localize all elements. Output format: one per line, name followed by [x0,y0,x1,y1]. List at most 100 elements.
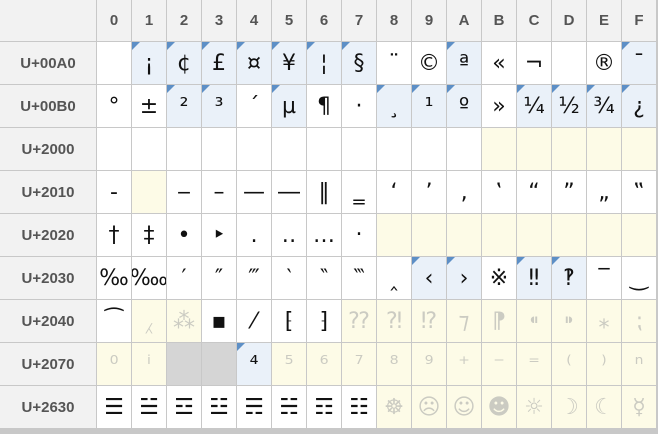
glyph-cell[interactable]: ‽ [552,257,587,300]
glyph-cell[interactable]: ¶ [307,85,342,128]
glyph-cell[interactable]: ⁷ [342,343,377,386]
glyph-cell[interactable] [517,214,552,257]
glyph-cell[interactable]: ‷ [342,257,377,300]
glyph-cell[interactable]: ⁆ [307,300,342,343]
glyph-cell[interactable] [377,128,412,171]
glyph-cell[interactable]: ‹ [412,257,447,300]
glyph-cell[interactable]: ☼ [517,386,552,429]
glyph-cell[interactable]: ¢ [167,42,202,85]
glyph-cell[interactable]: ⁽ [552,343,587,386]
glyph-cell[interactable]: ‐ [97,171,132,214]
glyph-cell[interactable]: ⁂ [167,300,202,343]
glyph-cell[interactable]: ⁏ [622,300,657,343]
glyph-cell[interactable]: ‱ [132,257,167,300]
glyph-cell[interactable]: © [412,42,447,85]
glyph-cell[interactable]: ⁅ [272,300,307,343]
glyph-cell[interactable]: ⁰ [97,343,132,386]
glyph-cell[interactable] [202,128,237,171]
glyph-cell[interactable] [517,128,552,171]
glyph-cell[interactable]: ⁍ [552,300,587,343]
glyph-cell[interactable]: • [167,214,202,257]
glyph-cell[interactable]: ª [447,42,482,85]
glyph-cell[interactable]: ° [97,85,132,128]
glyph-cell[interactable]: ☽ [552,386,587,429]
glyph-cell[interactable]: ¦ [307,42,342,85]
glyph-cell[interactable]: ― [272,171,307,214]
glyph-cell[interactable]: ¬ [517,42,552,85]
glyph-cell[interactable]: ¡ [132,42,167,85]
glyph-cell[interactable]: ☹ [412,386,447,429]
glyph-cell[interactable]: ※ [482,257,517,300]
glyph-cell[interactable] [587,214,622,257]
glyph-cell[interactable]: ³ [202,85,237,128]
glyph-cell[interactable]: ‡ [132,214,167,257]
glyph-cell[interactable]: ‼ [517,257,552,300]
glyph-cell[interactable]: ‚ [447,171,482,214]
glyph-cell[interactable]: ‖ [307,171,342,214]
glyph-cell[interactable]: ‧ [342,214,377,257]
glyph-cell[interactable] [552,128,587,171]
glyph-cell[interactable]: ‥ [272,214,307,257]
glyph-cell[interactable]: ☳ [202,386,237,429]
glyph-cell[interactable] [97,128,132,171]
glyph-cell[interactable]: ⁺ [447,343,482,386]
glyph-cell[interactable]: ⁹ [412,343,447,386]
glyph-cell[interactable]: ´ [237,85,272,128]
glyph-cell[interactable]: ® [587,42,622,85]
glyph-cell[interactable]: ☷ [342,386,377,429]
glyph-cell[interactable] [132,128,167,171]
glyph-cell[interactable]: ‵ [272,257,307,300]
glyph-cell[interactable]: “ [517,171,552,214]
glyph-cell[interactable]: ‣ [202,214,237,257]
glyph-cell[interactable]: ⁊ [447,300,482,343]
glyph-cell[interactable] [202,343,237,386]
glyph-cell[interactable]: ‸ [377,257,412,300]
glyph-cell[interactable]: ’ [412,171,447,214]
glyph-cell[interactable]: ⁀ [97,300,132,343]
glyph-cell[interactable]: » [482,85,517,128]
glyph-cell[interactable]: ‰ [97,257,132,300]
glyph-cell[interactable]: ⁱ [132,343,167,386]
glyph-cell[interactable]: — [237,171,272,214]
glyph-cell[interactable]: ☶ [307,386,342,429]
glyph-cell[interactable]: ‿ [622,257,657,300]
glyph-cell[interactable] [167,343,202,386]
glyph-cell[interactable]: ² [167,85,202,128]
glyph-cell[interactable] [272,128,307,171]
glyph-cell[interactable]: ‗ [342,171,377,214]
glyph-cell[interactable]: ☸ [377,386,412,429]
glyph-cell[interactable]: ¹ [412,85,447,128]
glyph-cell[interactable]: ‴ [237,257,272,300]
glyph-cell[interactable] [307,128,342,171]
glyph-cell[interactable]: ☿ [622,386,657,429]
glyph-cell[interactable]: ¤ [237,42,272,85]
glyph-cell[interactable]: ⁄ [237,300,272,343]
glyph-cell[interactable]: ± [132,85,167,128]
glyph-cell[interactable]: « [482,42,517,85]
glyph-cell[interactable]: ☰ [97,386,132,429]
glyph-cell[interactable] [482,214,517,257]
glyph-cell[interactable]: ¼ [517,85,552,128]
glyph-cell[interactable]: ‶ [307,257,342,300]
glyph-cell[interactable]: ¸ [377,85,412,128]
glyph-cell[interactable]: ⁁ [132,300,167,343]
glyph-cell[interactable]: ⁌ [517,300,552,343]
glyph-cell[interactable]: £ [202,42,237,85]
glyph-cell[interactable]: ″ [202,257,237,300]
glyph-cell[interactable]: ‘ [377,171,412,214]
glyph-cell[interactable]: ․ [237,214,272,257]
glyph-cell[interactable]: … [307,214,342,257]
glyph-cell[interactable] [552,214,587,257]
glyph-cell[interactable] [447,214,482,257]
glyph-cell[interactable]: ′ [167,257,202,300]
glyph-cell[interactable]: ½ [552,85,587,128]
glyph-cell[interactable]: ¾ [587,85,622,128]
glyph-cell[interactable]: ⁶ [307,343,342,386]
glyph-cell[interactable]: ☵ [272,386,307,429]
glyph-cell[interactable]: † [97,214,132,257]
glyph-cell[interactable] [342,128,377,171]
glyph-cell[interactable]: ¨ [377,42,412,85]
glyph-cell[interactable] [167,128,202,171]
glyph-cell[interactable]: ⁋ [482,300,517,343]
glyph-cell[interactable]: ⁼ [517,343,552,386]
